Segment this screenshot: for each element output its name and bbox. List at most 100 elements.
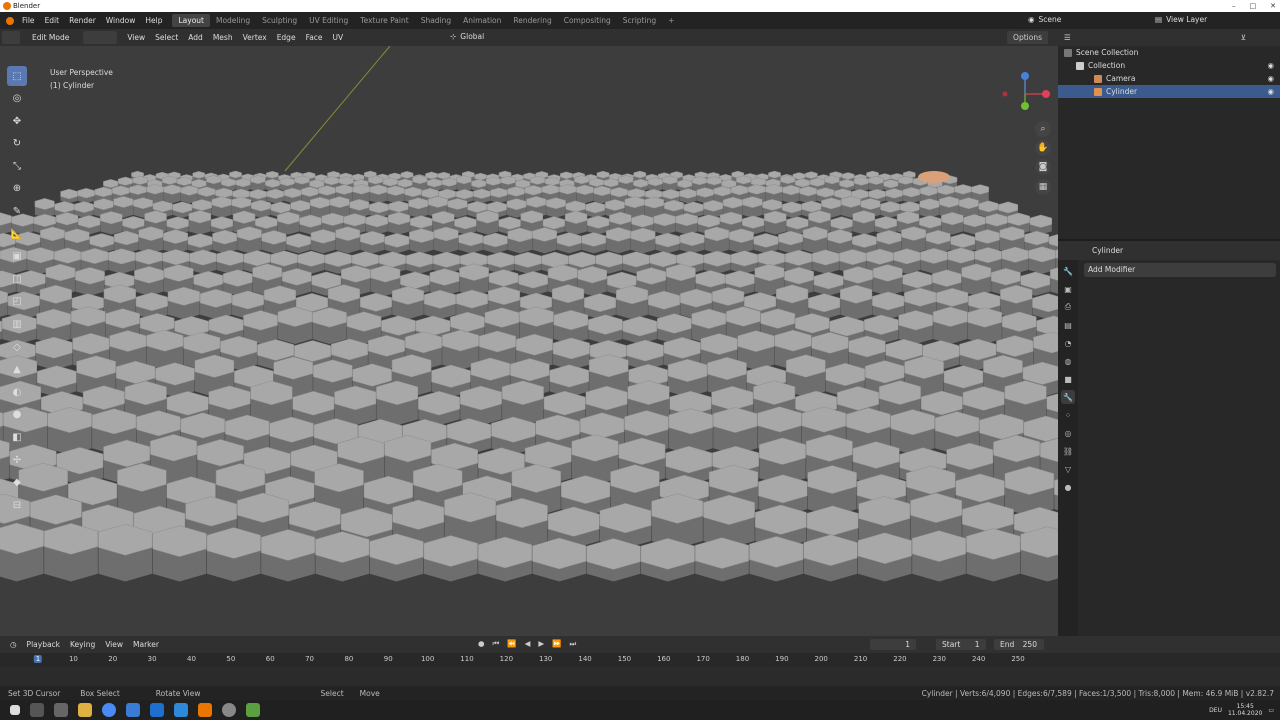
eye-icon[interactable]: ◉ — [1267, 74, 1274, 83]
tab-sculpting[interactable]: Sculpting — [256, 14, 303, 27]
poly-build-tool[interactable]: ▲ — [7, 360, 27, 380]
eye-icon[interactable]: ◉ — [1267, 61, 1274, 70]
add-modifier-dropdown[interactable]: Add Modifier — [1084, 263, 1276, 277]
pan-hand-icon[interactable]: ✋ — [1035, 140, 1051, 156]
select-box-tool[interactable]: ⬚ — [7, 66, 27, 86]
bevel-tool[interactable]: ◰ — [7, 292, 27, 312]
outliner-cylinder[interactable]: Cylinder ◉ — [1058, 85, 1280, 98]
menu-file[interactable]: File — [22, 16, 35, 25]
tab-scripting[interactable]: Scripting — [617, 14, 662, 27]
smooth-tool[interactable]: ● — [7, 405, 27, 425]
jump-end-icon[interactable]: ⏭ — [570, 639, 577, 649]
menu-window[interactable]: Window — [106, 16, 136, 25]
menu-help[interactable]: Help — [145, 16, 162, 25]
3d-viewport[interactable]: User Perspective (1) Cylinder ⬚ ◎ ✥ ↻ ⤡ … — [0, 46, 1058, 636]
view-layer-tab-icon[interactable]: ▤ — [1061, 318, 1075, 332]
camera-view-icon[interactable]: ◙ — [1035, 159, 1051, 175]
menu-face[interactable]: Face — [306, 33, 323, 42]
tab-shading[interactable]: Shading — [415, 14, 457, 27]
menu-playback[interactable]: Playback — [27, 640, 60, 649]
menu-add[interactable]: Add — [188, 33, 203, 42]
close-icon[interactable]: ✕ — [1270, 0, 1276, 12]
navigation-gizmo[interactable] — [1000, 68, 1052, 120]
move-tool[interactable]: ✥ — [7, 111, 27, 131]
transform-tool[interactable]: ⊕ — [7, 179, 27, 199]
material-tab-icon[interactable]: ● — [1061, 480, 1075, 494]
tab-texture-paint[interactable]: Texture Paint — [354, 14, 414, 27]
eye-icon[interactable]: ◉ — [1267, 87, 1274, 96]
outliner-editor-icon[interactable]: ☰ — [1064, 33, 1071, 42]
rip-tool[interactable]: ⊟ — [7, 495, 27, 515]
search-icon[interactable] — [30, 703, 44, 717]
next-key-icon[interactable]: ⏩ — [552, 639, 561, 649]
menu-edge[interactable]: Edge — [277, 33, 296, 42]
chrome-icon[interactable] — [102, 703, 116, 717]
cursor-tool[interactable]: ◎ — [7, 89, 27, 109]
app-icon[interactable] — [126, 703, 140, 717]
menu-uv[interactable]: UV — [333, 33, 344, 42]
view-layer-selector[interactable]: ▤ View Layer — [1155, 15, 1207, 24]
filter-icon[interactable]: ⊻ — [1241, 33, 1247, 42]
object-tab-icon[interactable]: ■ — [1061, 372, 1075, 386]
menu-edit[interactable]: Edit — [45, 16, 60, 25]
notifications-icon[interactable]: ▭ — [1268, 707, 1274, 714]
constraints-tab-icon[interactable]: ⛓ — [1061, 444, 1075, 458]
record-icon[interactable]: ● — [478, 639, 485, 649]
measure-tool[interactable]: 📐 — [7, 224, 27, 244]
outliner-scene-collection[interactable]: Scene Collection — [1058, 46, 1280, 59]
tab-modeling[interactable]: Modeling — [210, 14, 256, 27]
rotate-tool[interactable]: ↻ — [7, 134, 27, 154]
frame-ruler[interactable]: 1 10 20 30 40 50 60 70 80 90 100 110 120 130 140 150 160… — [30, 655, 1050, 667]
play-icon[interactable]: ▶ — [538, 639, 544, 649]
output-tab-icon[interactable]: ⎙ — [1061, 300, 1075, 314]
data-tab-icon[interactable]: ▽ — [1061, 462, 1075, 476]
mail-icon[interactable] — [150, 703, 164, 717]
tab-rendering[interactable]: Rendering — [507, 14, 557, 27]
current-frame-field[interactable]: 1 — [870, 639, 916, 650]
task-view-icon[interactable] — [54, 703, 68, 717]
particles-tab-icon[interactable]: ⁘ — [1061, 408, 1075, 422]
end-frame-field[interactable]: End 250 — [994, 639, 1044, 650]
add-workspace-button[interactable]: + — [662, 14, 680, 27]
tab-uv-editing[interactable]: UV Editing — [303, 14, 354, 27]
checkbox-icon[interactable] — [1076, 61, 1084, 70]
play-reverse-icon[interactable]: ◀ — [525, 639, 531, 649]
select-mode-buttons[interactable] — [83, 31, 118, 44]
inset-tool[interactable]: ◫ — [7, 269, 27, 289]
tab-animation[interactable]: Animation — [457, 14, 507, 27]
notepad-icon[interactable] — [246, 703, 260, 717]
messenger-icon[interactable] — [174, 703, 188, 717]
start-frame-field[interactable]: Start 1 — [936, 639, 986, 650]
spin-tool[interactable]: ◐ — [7, 382, 27, 402]
hex-mesh-canvas[interactable] — [0, 46, 1058, 636]
tab-compositing[interactable]: Compositing — [558, 14, 617, 27]
jump-start-icon[interactable]: ⏮ — [493, 639, 500, 649]
explorer-icon[interactable] — [78, 703, 92, 717]
menu-mesh[interactable]: Mesh — [213, 33, 233, 42]
blender-menu-icon[interactable] — [6, 16, 14, 25]
orientation-selector[interactable]: ⊹ Global — [450, 32, 484, 41]
obs-icon[interactable] — [222, 703, 236, 717]
tab-layout[interactable]: Layout — [172, 14, 210, 27]
annotate-tool[interactable]: ✎ — [7, 202, 27, 222]
zoom-icon[interactable]: ⌕ — [1035, 121, 1051, 137]
shear-tool[interactable]: ◆ — [7, 473, 27, 493]
world-tab-icon[interactable]: ◍ — [1061, 354, 1075, 368]
grid-icon[interactable]: ▦ — [1035, 179, 1051, 195]
windows-start-icon[interactable] — [10, 705, 20, 715]
scene-tab-icon[interactable]: ◔ — [1061, 336, 1075, 350]
modifier-tab-icon[interactable]: 🔧 — [1061, 390, 1075, 404]
shrink-tool[interactable]: ✢ — [7, 450, 27, 470]
menu-marker[interactable]: Marker — [133, 640, 159, 649]
menu-render[interactable]: Render — [69, 16, 96, 25]
timeline-editor-icon[interactable]: ◷ — [10, 640, 17, 649]
tool-tab-icon[interactable]: 🔧 — [1061, 264, 1075, 278]
knife-tool[interactable]: ◇ — [7, 337, 27, 357]
blender-taskbar-icon[interactable] — [198, 703, 212, 717]
menu-timeline-view[interactable]: View — [105, 640, 123, 649]
menu-view[interactable]: View — [127, 33, 145, 42]
loop-cut-tool[interactable]: ▥ — [7, 315, 27, 335]
maximize-icon[interactable]: □ — [1250, 0, 1257, 12]
menu-select[interactable]: Select — [155, 33, 178, 42]
menu-keying[interactable]: Keying — [70, 640, 95, 649]
